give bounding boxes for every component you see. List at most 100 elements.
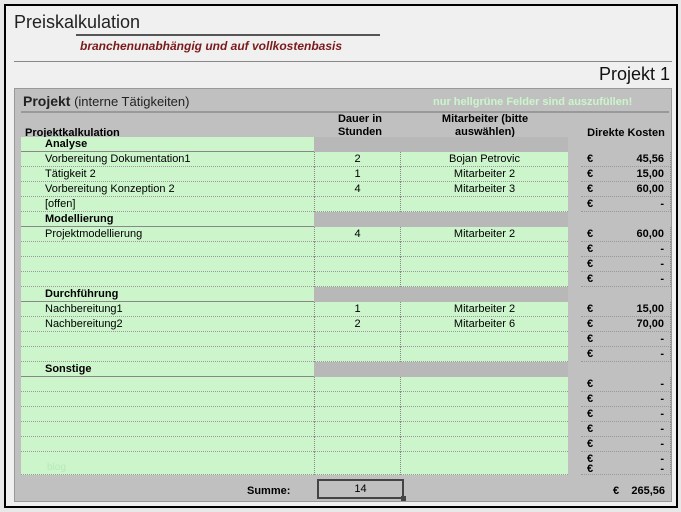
hours-cell[interactable]	[314, 392, 400, 407]
employee-cell[interactable]	[400, 242, 568, 257]
cost-cell: € -	[581, 347, 671, 362]
cost-value: 60,00	[636, 183, 664, 195]
project-panel: Projekt (interne Tätigkeiten) nur hellgr…	[14, 88, 672, 502]
section-filler	[314, 362, 568, 377]
cost-cell: € -	[581, 332, 671, 347]
project-name[interactable]: Projekt 1	[599, 64, 670, 85]
sum-hours-cell[interactable]: 14	[317, 479, 406, 501]
section-name: Analyse	[21, 137, 314, 152]
hours-cell[interactable]	[314, 197, 400, 212]
employee-cell[interactable]	[400, 407, 568, 422]
cost-cell: €60,00	[581, 227, 671, 242]
employee-cell[interactable]	[400, 377, 568, 392]
page-subtitle: branchenunabhängig und auf vollkostenbas…	[80, 39, 343, 53]
currency-symbol: €	[587, 183, 594, 195]
task-cell[interactable]: Tätigkeit 2	[21, 167, 314, 182]
sum-currency: €	[613, 485, 620, 497]
currency-symbol: €	[587, 318, 594, 330]
task-cell[interactable]: Projektmodellierung	[21, 227, 314, 242]
sum-cost: 265,56	[631, 485, 665, 497]
currency-symbol: €	[587, 348, 594, 360]
hours-cell[interactable]	[314, 272, 400, 287]
cost-value: -	[660, 378, 664, 390]
hours-cell[interactable]	[314, 242, 400, 257]
cost-cell: € -	[581, 242, 671, 257]
task-cell[interactable]	[21, 437, 314, 452]
task-cell[interactable]	[21, 422, 314, 437]
section-filler	[314, 212, 568, 227]
hours-cell[interactable]	[314, 332, 400, 347]
hours-cell[interactable]	[314, 257, 400, 272]
currency-symbol: €	[587, 408, 594, 420]
currency-symbol: €	[587, 228, 594, 240]
task-cell[interactable]	[21, 257, 314, 272]
employee-cell[interactable]: Mitarbeiter 2	[400, 302, 568, 317]
section-name: Sonstige	[21, 362, 314, 377]
task-cell[interactable]: Nachbereitung2	[21, 317, 314, 332]
cost-value: -	[660, 258, 664, 270]
task-cell[interactable]	[21, 332, 314, 347]
cost-value: -	[660, 348, 664, 360]
employee-cell[interactable]	[400, 437, 568, 452]
employee-cell[interactable]	[400, 257, 568, 272]
hours-cell[interactable]: 1	[314, 302, 400, 317]
hours-cell[interactable]: 4	[314, 182, 400, 197]
employee-cell[interactable]: Mitarbeiter 6	[400, 317, 568, 332]
cost-cell: € -	[581, 392, 671, 407]
cost-value: -	[660, 408, 664, 420]
hours-cell[interactable]: 2	[314, 152, 400, 167]
employee-cell[interactable]	[400, 422, 568, 437]
watermark: blog	[47, 462, 66, 473]
currency-symbol: €	[587, 463, 594, 475]
employee-cell[interactable]: Mitarbeiter 2	[400, 227, 568, 242]
task-cell[interactable]	[21, 392, 314, 407]
hours-cell[interactable]	[314, 422, 400, 437]
cost-value: 15,00	[636, 303, 664, 315]
hours-cell[interactable]	[314, 347, 400, 362]
employee-cell[interactable]	[400, 197, 568, 212]
employee-cell[interactable]: Bojan Petrovic	[400, 152, 568, 167]
task-cell[interactable]: Vorbereitung Konzeption 2	[21, 182, 314, 197]
hours-cell[interactable]	[314, 377, 400, 392]
task-cell[interactable]	[21, 242, 314, 257]
title-underline	[76, 34, 380, 36]
hours-cell[interactable]	[314, 437, 400, 452]
task-cell[interactable]: Vorbereitung Dokumentation1	[21, 152, 314, 167]
cost-cell: € -	[581, 437, 671, 452]
currency-symbol: €	[587, 453, 594, 465]
cost-cell: € -	[581, 422, 671, 437]
page-title: Preiskalkulation	[14, 12, 141, 32]
cost-value: 70,00	[636, 318, 664, 330]
employee-cell[interactable]	[400, 452, 568, 475]
cost-cell: €45,56	[581, 152, 671, 167]
task-cell[interactable]: Nachbereitung1	[21, 302, 314, 317]
fill-hint: nur hellgrüne Felder sind auszufüllen!	[433, 96, 633, 108]
task-cell[interactable]: [offen]	[21, 197, 314, 212]
cost-value: -	[660, 273, 664, 285]
cost-value: 15,00	[636, 168, 664, 180]
task-cell[interactable]	[21, 377, 314, 392]
task-cell[interactable]	[21, 407, 314, 422]
employee-cell[interactable]	[400, 272, 568, 287]
employee-cell[interactable]	[400, 347, 568, 362]
currency-symbol: €	[587, 258, 594, 270]
sum-label: Summe:	[247, 485, 291, 497]
hours-cell[interactable]	[314, 407, 400, 422]
cost-value: -	[660, 423, 664, 435]
employee-cell[interactable]: Mitarbeiter 3	[400, 182, 568, 197]
hours-cell[interactable]: 1	[314, 167, 400, 182]
cost-cell: € -	[581, 272, 671, 287]
column-header-cost: Direkte Kosten	[587, 127, 665, 139]
currency-symbol: €	[587, 393, 594, 405]
currency-symbol: €	[587, 303, 594, 315]
employee-cell[interactable]	[400, 332, 568, 347]
cost-value: -	[660, 438, 664, 450]
hours-cell[interactable]	[314, 452, 400, 475]
employee-cell[interactable]: Mitarbeiter 2	[400, 167, 568, 182]
hours-cell[interactable]: 4	[314, 227, 400, 242]
currency-symbol: €	[587, 378, 594, 390]
task-cell[interactable]	[21, 272, 314, 287]
task-cell[interactable]	[21, 347, 314, 362]
employee-cell[interactable]	[400, 392, 568, 407]
hours-cell[interactable]: 2	[314, 317, 400, 332]
